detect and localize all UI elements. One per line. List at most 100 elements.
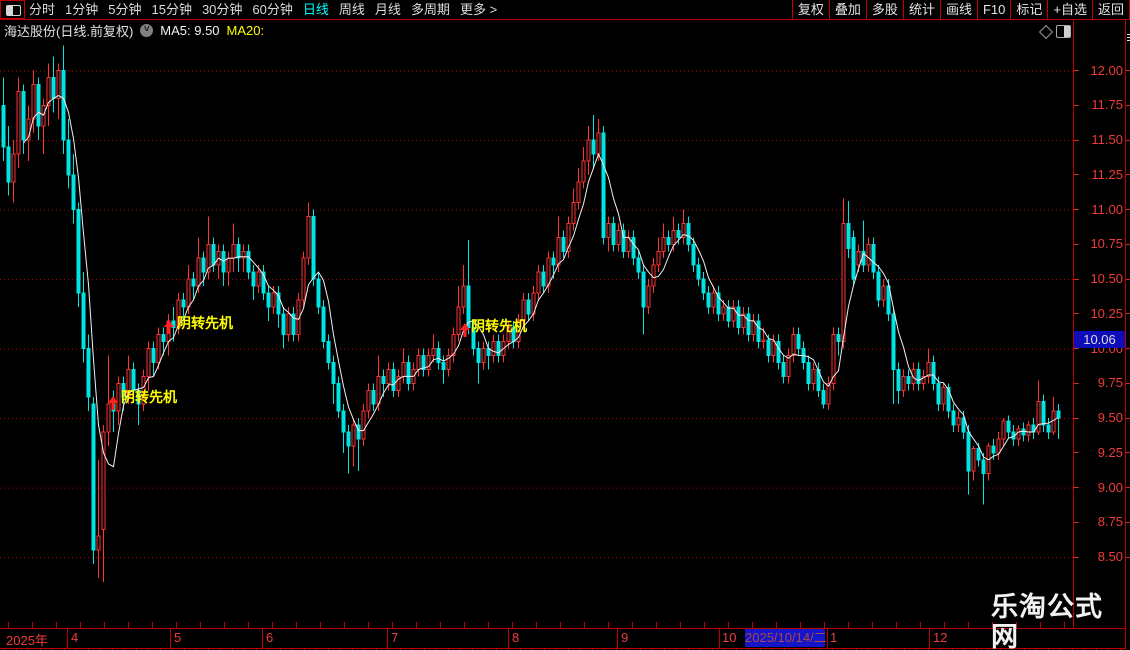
candle-body: [961, 417, 966, 433]
tool-button-+自选[interactable]: +自选: [1047, 0, 1092, 19]
candle-body: [271, 292, 276, 308]
week-tick: [152, 622, 153, 628]
week-tick: [272, 622, 273, 628]
menu-item-日线[interactable]: 日线: [303, 0, 329, 19]
candle-body: [386, 368, 391, 384]
candle-body: [191, 278, 196, 287]
week-tick: [248, 622, 249, 628]
diamond-icon[interactable]: [1038, 24, 1054, 40]
candle-body: [776, 341, 781, 363]
candle-body: [556, 236, 561, 266]
candle-body: [401, 361, 406, 377]
candle-body: [1021, 428, 1026, 436]
tool-button-返回[interactable]: 返回: [1091, 0, 1129, 19]
candle-body: [666, 236, 671, 245]
week-tick: [824, 622, 825, 628]
candle-body: [416, 355, 421, 370]
price-edge-tick: [1126, 174, 1130, 176]
candle-body: [256, 271, 261, 287]
price-edge-tick: [1126, 243, 1130, 245]
candle-body: [596, 132, 601, 155]
price-tick: [1074, 382, 1079, 384]
candle-body: [251, 271, 256, 287]
time-axis-bottom-line: [0, 648, 1126, 649]
menu-item-60分钟[interactable]: 60分钟: [252, 0, 292, 19]
candle-body: [116, 382, 121, 412]
candle-body: [1006, 420, 1011, 433]
menu-item-月线[interactable]: 月线: [375, 0, 401, 19]
candle-body: [96, 535, 101, 551]
candle-body: [306, 216, 311, 259]
tool-button-多股[interactable]: 多股: [865, 0, 903, 19]
tool-button-复权[interactable]: 复权: [791, 0, 829, 19]
tool-button-标记[interactable]: 标记: [1010, 0, 1047, 19]
menu-item-分时[interactable]: 分时: [29, 0, 55, 19]
menu-item-30分钟[interactable]: 30分钟: [202, 0, 242, 19]
tool-button-统计[interactable]: 统计: [902, 0, 940, 19]
month-label: 6: [266, 630, 274, 645]
month-separator: [67, 628, 68, 648]
month-label: 8: [512, 630, 520, 645]
week-tick: [536, 622, 537, 628]
ma5-line: [23, 95, 1059, 468]
candle-body: [491, 341, 496, 357]
chevron-down-icon[interactable]: ˅: [140, 23, 154, 37]
week-tick: [776, 622, 777, 628]
menu-item-5分钟[interactable]: 5分钟: [108, 0, 141, 19]
candle-body: [61, 70, 66, 141]
month-separator: [262, 628, 263, 648]
candle-body: [236, 243, 241, 259]
tool-button-F10[interactable]: F10: [976, 0, 1010, 19]
week-tick: [344, 622, 345, 628]
menu-item-15分钟[interactable]: 15分钟: [151, 0, 191, 19]
candle-body: [846, 222, 851, 249]
candlestick-chart[interactable]: 阴转先机阴转先机 阴转先机: [0, 40, 1073, 593]
candle-body: [1051, 410, 1056, 433]
week-tick: [1016, 622, 1017, 628]
split-pane-icon[interactable]: [1056, 25, 1071, 38]
menu-item-多周期[interactable]: 多周期: [411, 0, 450, 19]
candle-body: [941, 387, 946, 405]
price-label: 9.50: [1097, 410, 1123, 426]
price-label: 8.50: [1097, 549, 1123, 565]
month-separator: [617, 628, 618, 648]
week-tick: [440, 622, 441, 628]
signal-annotation: 阴转先机: [177, 315, 233, 331]
price-edge-tick: [1126, 209, 1130, 211]
signal-annotation: 阴转先机: [121, 389, 177, 405]
candle-body: [66, 139, 71, 176]
week-tick: [920, 622, 921, 628]
candle-body: [636, 257, 641, 273]
candle-body: [656, 250, 661, 266]
candle-body: [701, 278, 706, 294]
week-tick: [896, 622, 897, 628]
week-tick: [584, 622, 585, 628]
menu-item-1分钟[interactable]: 1分钟: [65, 0, 98, 19]
week-tick: [128, 622, 129, 628]
price-axis: 12.00 11.75 11.50 11.25 11.00 10.75 10.50 10.25…: [1073, 40, 1130, 593]
window-layout-button[interactable]: [0, 0, 25, 19]
tool-button-画线[interactable]: 画线: [939, 0, 977, 19]
candle-body: [931, 361, 936, 384]
week-tick: [8, 622, 9, 628]
week-tick: [848, 622, 849, 628]
time-axis-line: [0, 628, 1126, 629]
candle-body: [551, 257, 556, 266]
price-edge-tick: [1126, 521, 1130, 523]
candle-body: [286, 313, 291, 336]
candle-body: [696, 264, 701, 280]
candle-body: [326, 341, 331, 363]
menu-item-更多 >[interactable]: 更多 >: [460, 0, 497, 19]
menu-item-周线[interactable]: 周线: [339, 0, 365, 19]
candle-body: [996, 438, 1001, 454]
month-label: 9: [621, 630, 629, 645]
split-window-icon: [6, 5, 21, 16]
candle-body: [281, 313, 286, 336]
week-tick: [296, 622, 297, 628]
week-tick: [680, 622, 681, 628]
candle-body: [316, 278, 321, 308]
price-edge-tick: [1126, 452, 1130, 454]
tool-button-叠加[interactable]: 叠加: [828, 0, 866, 19]
month-label: 7: [391, 630, 399, 645]
date-box: 2025/10/14/二: [745, 629, 827, 647]
